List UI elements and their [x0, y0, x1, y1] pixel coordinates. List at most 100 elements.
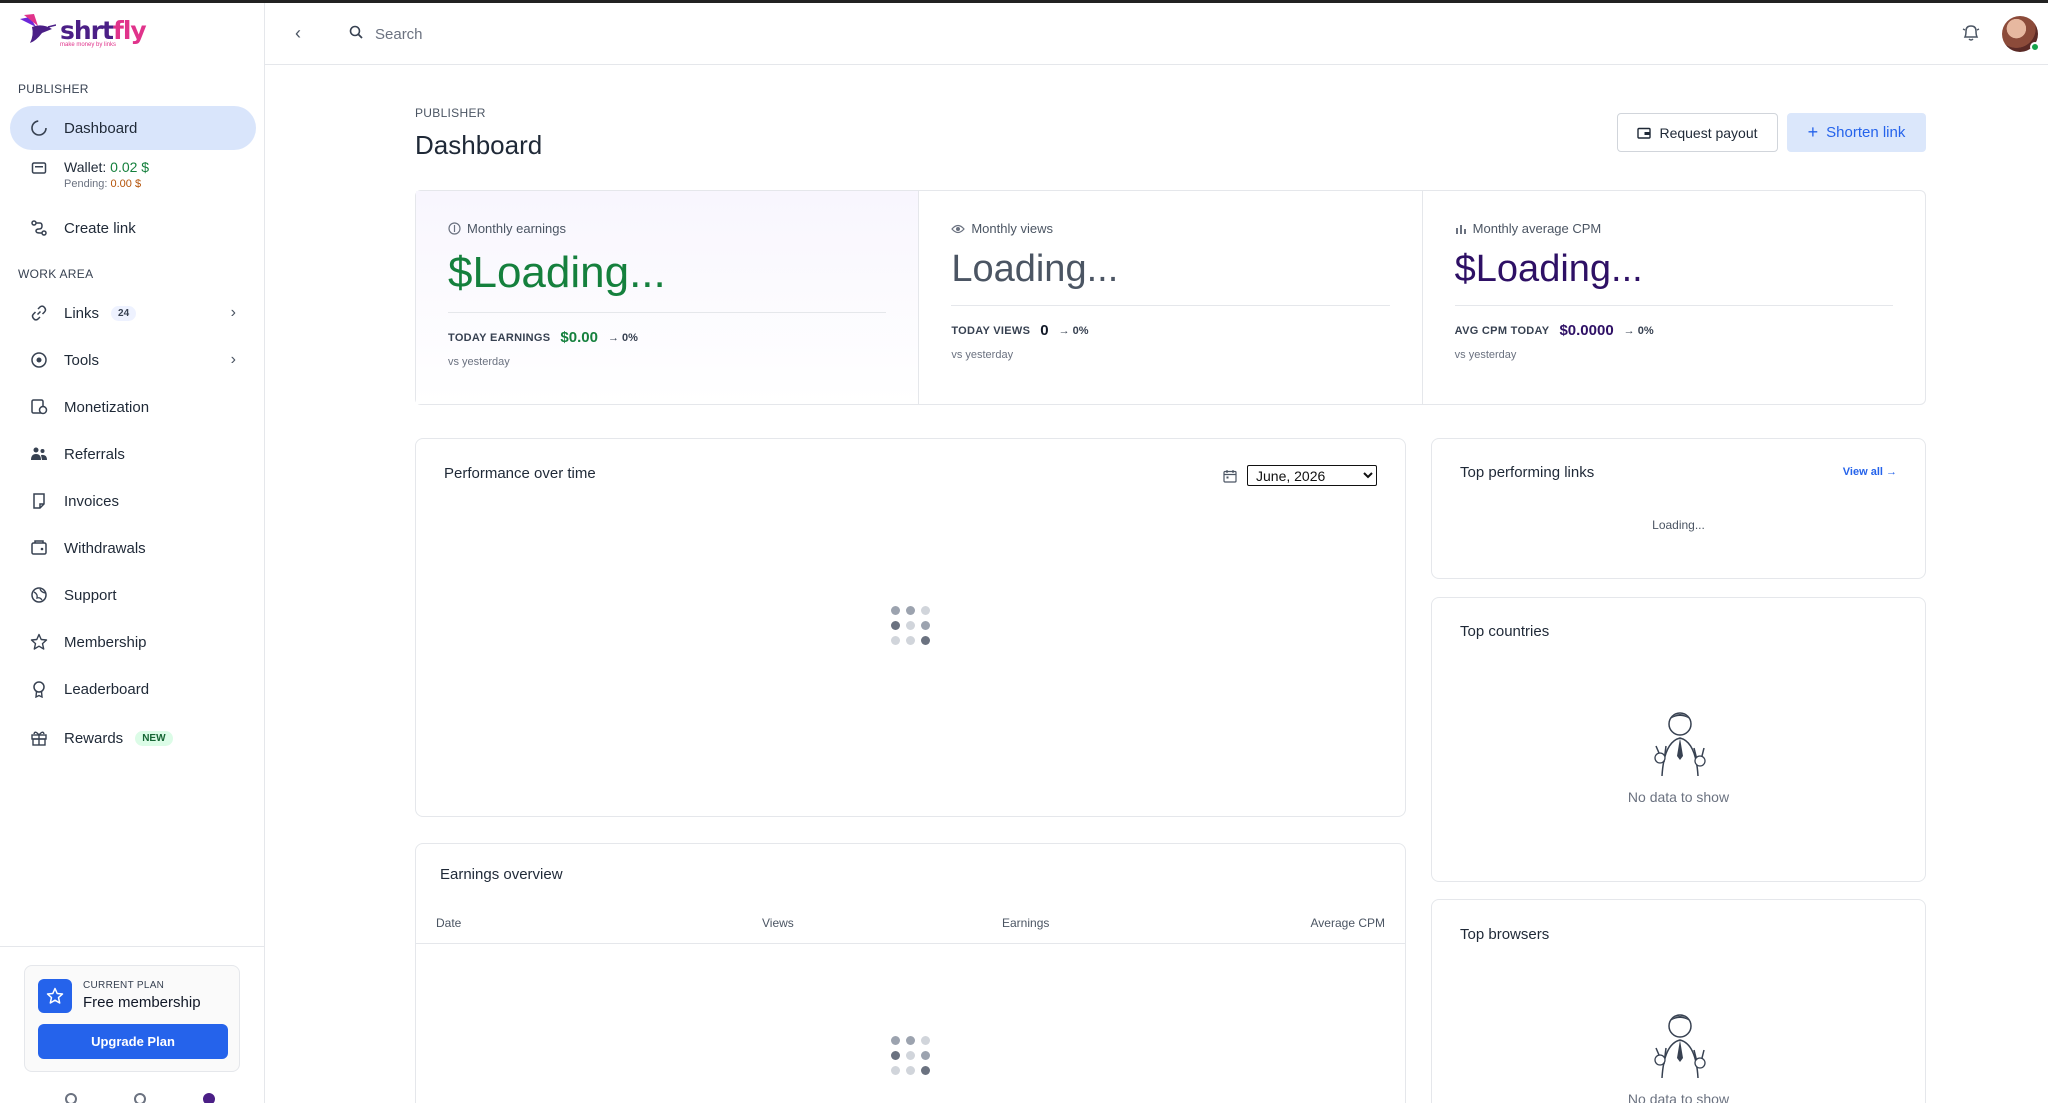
- stat-today-value: $0.00: [560, 329, 598, 346]
- shorten-link-label: Shorten link: [1826, 124, 1906, 141]
- stat-comparison: vs yesterday: [1454, 349, 1517, 361]
- plan-kicker: CURRENT PLAN: [83, 980, 165, 991]
- top-bar: ‹: [265, 3, 2048, 65]
- sidebar-item-invoices[interactable]: Invoices: [10, 479, 256, 523]
- sidebar-item-label: Rewards: [64, 729, 124, 747]
- brand-tagline: make money by links: [60, 42, 117, 48]
- chain-link-icon: [30, 304, 48, 322]
- search-icon: [349, 25, 363, 39]
- loading-text: Loading...: [1652, 518, 1705, 532]
- brand-name: shrtfly: [60, 15, 147, 45]
- table-header: Date Views Earnings Average CPM: [416, 914, 1405, 944]
- breadcrumb: PUBLISHER: [415, 106, 486, 120]
- search-small-icon[interactable]: [134, 1093, 146, 1103]
- dashboard-gauge-icon: [30, 119, 48, 137]
- sidebar-item-links[interactable]: Links 24 ›: [10, 291, 256, 335]
- sidebar: shrtfly make money by links PUBLISHER Da…: [0, 3, 265, 1103]
- stat-comparison: vs yesterday: [448, 356, 510, 368]
- search-input[interactable]: [375, 20, 775, 48]
- stat-delta: → 0%: [1623, 324, 1654, 337]
- column-header-average-cpm[interactable]: Average CPM: [1311, 916, 1385, 930]
- column-header-views[interactable]: Views: [762, 916, 794, 930]
- sidebar-item-label: Links: [64, 304, 100, 322]
- invoice-document-icon: [30, 492, 48, 510]
- sidebar-item-rewards[interactable]: Rewards NEW: [10, 716, 256, 760]
- payout-wallet-icon: [1637, 127, 1652, 139]
- loading-spinner: [891, 606, 930, 645]
- theme-toggle-icon[interactable]: [203, 1093, 215, 1103]
- pending-label: Pending:: [64, 178, 108, 190]
- sidebar-item-label: Membership: [64, 633, 147, 651]
- wallet-summary: Wallet: 0.02 $ Pending: 0.00 $: [30, 159, 149, 190]
- pending-balance: 0.00 $: [110, 178, 142, 190]
- links-count-badge: 24: [111, 305, 137, 321]
- stat-today-label: TODAY EARNINGS: [448, 331, 551, 344]
- wallet-balance: 0.02 $: [110, 159, 150, 175]
- chevron-right-icon: ›: [230, 304, 236, 321]
- gift-icon: [30, 729, 48, 747]
- award-medal-icon: [30, 680, 48, 698]
- empty-state-illustration-icon: [1653, 1014, 1706, 1079]
- sidebar-item-support[interactable]: Support: [10, 573, 256, 617]
- referrals-people-icon: [30, 445, 48, 463]
- column-header-earnings[interactable]: Earnings: [1002, 916, 1049, 930]
- card-title: Earnings overview: [440, 866, 563, 883]
- sidebar-item-withdrawals[interactable]: Withdrawals: [10, 526, 256, 570]
- plan-star-icon: [38, 979, 72, 1013]
- withdrawals-wallet-icon: [30, 539, 48, 557]
- top-countries-card: Top countries No data to show: [1431, 597, 1926, 882]
- sidebar-item-leaderboard[interactable]: Leaderboard: [10, 667, 256, 711]
- card-title: Top countries: [1460, 623, 1550, 640]
- online-status-dot: [2030, 42, 2040, 52]
- stat-comparison: vs yesterday: [951, 349, 1014, 361]
- sidebar-item-label: Referrals: [64, 445, 125, 463]
- monetization-icon: [30, 398, 48, 416]
- grid-icon[interactable]: [65, 1093, 77, 1103]
- sidebar-item-tools[interactable]: Tools ›: [10, 338, 256, 382]
- sidebar-footer-icons: [65, 1093, 215, 1103]
- top-browsers-card: Top browsers No data to show: [1431, 899, 1926, 1103]
- divider: [951, 305, 1390, 306]
- upgrade-plan-button[interactable]: Upgrade Plan: [38, 1024, 228, 1059]
- sidebar-item-referrals[interactable]: Referrals: [10, 432, 256, 476]
- page-title: Dashboard: [415, 130, 543, 160]
- collapse-sidebar-chevron-left-icon[interactable]: ‹: [295, 23, 301, 44]
- notification-bell-icon[interactable]: [1962, 23, 1980, 43]
- request-payout-label: Request payout: [1659, 124, 1758, 141]
- eye-icon: [951, 224, 966, 233]
- sidebar-item-label: Withdrawals: [64, 539, 146, 557]
- divider: [0, 946, 265, 947]
- stat-monthly-earnings: Monthly earnings $Loading... TODAY EARNI…: [416, 191, 920, 404]
- stat-today-label: AVG CPM TODAY: [1454, 324, 1550, 337]
- stat-today-value: $0.0000: [1559, 322, 1614, 339]
- view-all-link[interactable]: View all →: [1843, 466, 1897, 478]
- hummingbird-logo-icon: [20, 14, 56, 43]
- request-payout-button[interactable]: Request payout: [1617, 113, 1778, 152]
- sidebar-item-monetization[interactable]: Monetization: [10, 385, 256, 429]
- chevron-right-icon: ›: [230, 351, 236, 368]
- stat-delta: → 0%: [607, 331, 638, 344]
- sidebar-item-dashboard[interactable]: Dashboard: [10, 106, 256, 150]
- plus-icon: +: [1807, 122, 1819, 142]
- divider: [448, 312, 887, 313]
- support-globe-icon: [30, 586, 48, 604]
- sidebar-item-label: Monetization: [64, 398, 150, 416]
- stat-today-value: 0: [1040, 322, 1049, 339]
- stat-label: Monthly views: [971, 221, 1053, 236]
- sidebar-item-create-link[interactable]: Create link: [10, 206, 256, 250]
- stat-delta: → 0%: [1058, 324, 1089, 337]
- empty-state-text: No data to show: [1627, 1091, 1730, 1103]
- dollar-circle-icon: [448, 222, 461, 235]
- sidebar-item-membership[interactable]: Membership: [10, 620, 256, 664]
- sidebar-item-label: Support: [64, 586, 117, 604]
- stat-label: Monthly average CPM: [1472, 221, 1602, 236]
- tools-target-icon: [30, 351, 48, 369]
- card-title: Top browsers: [1460, 926, 1550, 943]
- wallet-label: Wallet:: [64, 159, 107, 175]
- month-select[interactable]: June, 2026: [1247, 465, 1377, 486]
- shorten-link-button[interactable]: + Shorten link: [1787, 113, 1926, 152]
- brand-logo[interactable]: shrtfly make money by links: [18, 13, 147, 48]
- column-header-date[interactable]: Date: [436, 916, 461, 930]
- earnings-overview-card: Earnings overview Date Views Earnings Av…: [415, 843, 1406, 1103]
- sidebar-item-label: Invoices: [64, 492, 120, 510]
